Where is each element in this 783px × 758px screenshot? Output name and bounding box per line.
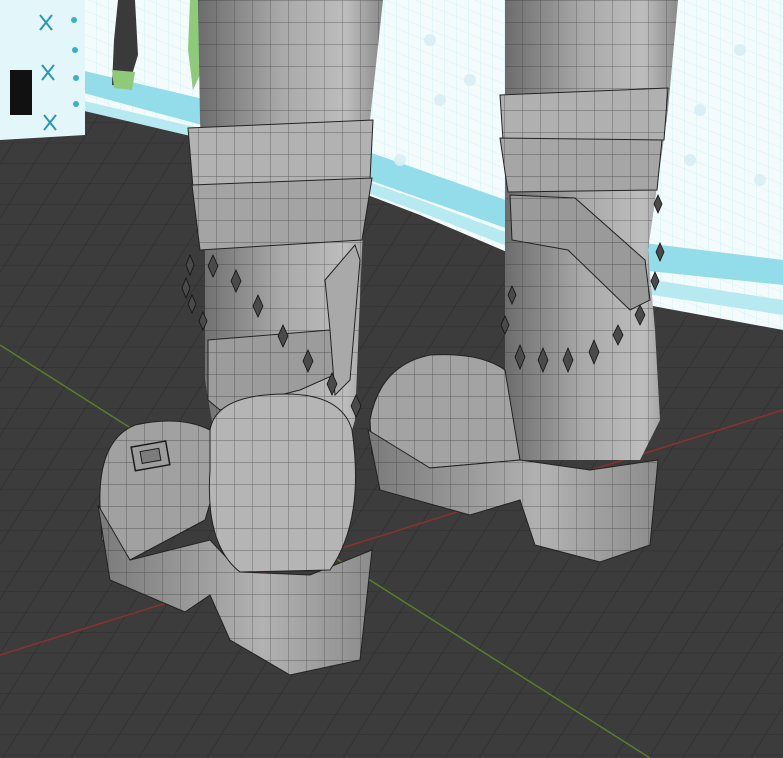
3d-viewport[interactable] bbox=[0, 0, 783, 758]
buckle-detail bbox=[130, 440, 171, 472]
